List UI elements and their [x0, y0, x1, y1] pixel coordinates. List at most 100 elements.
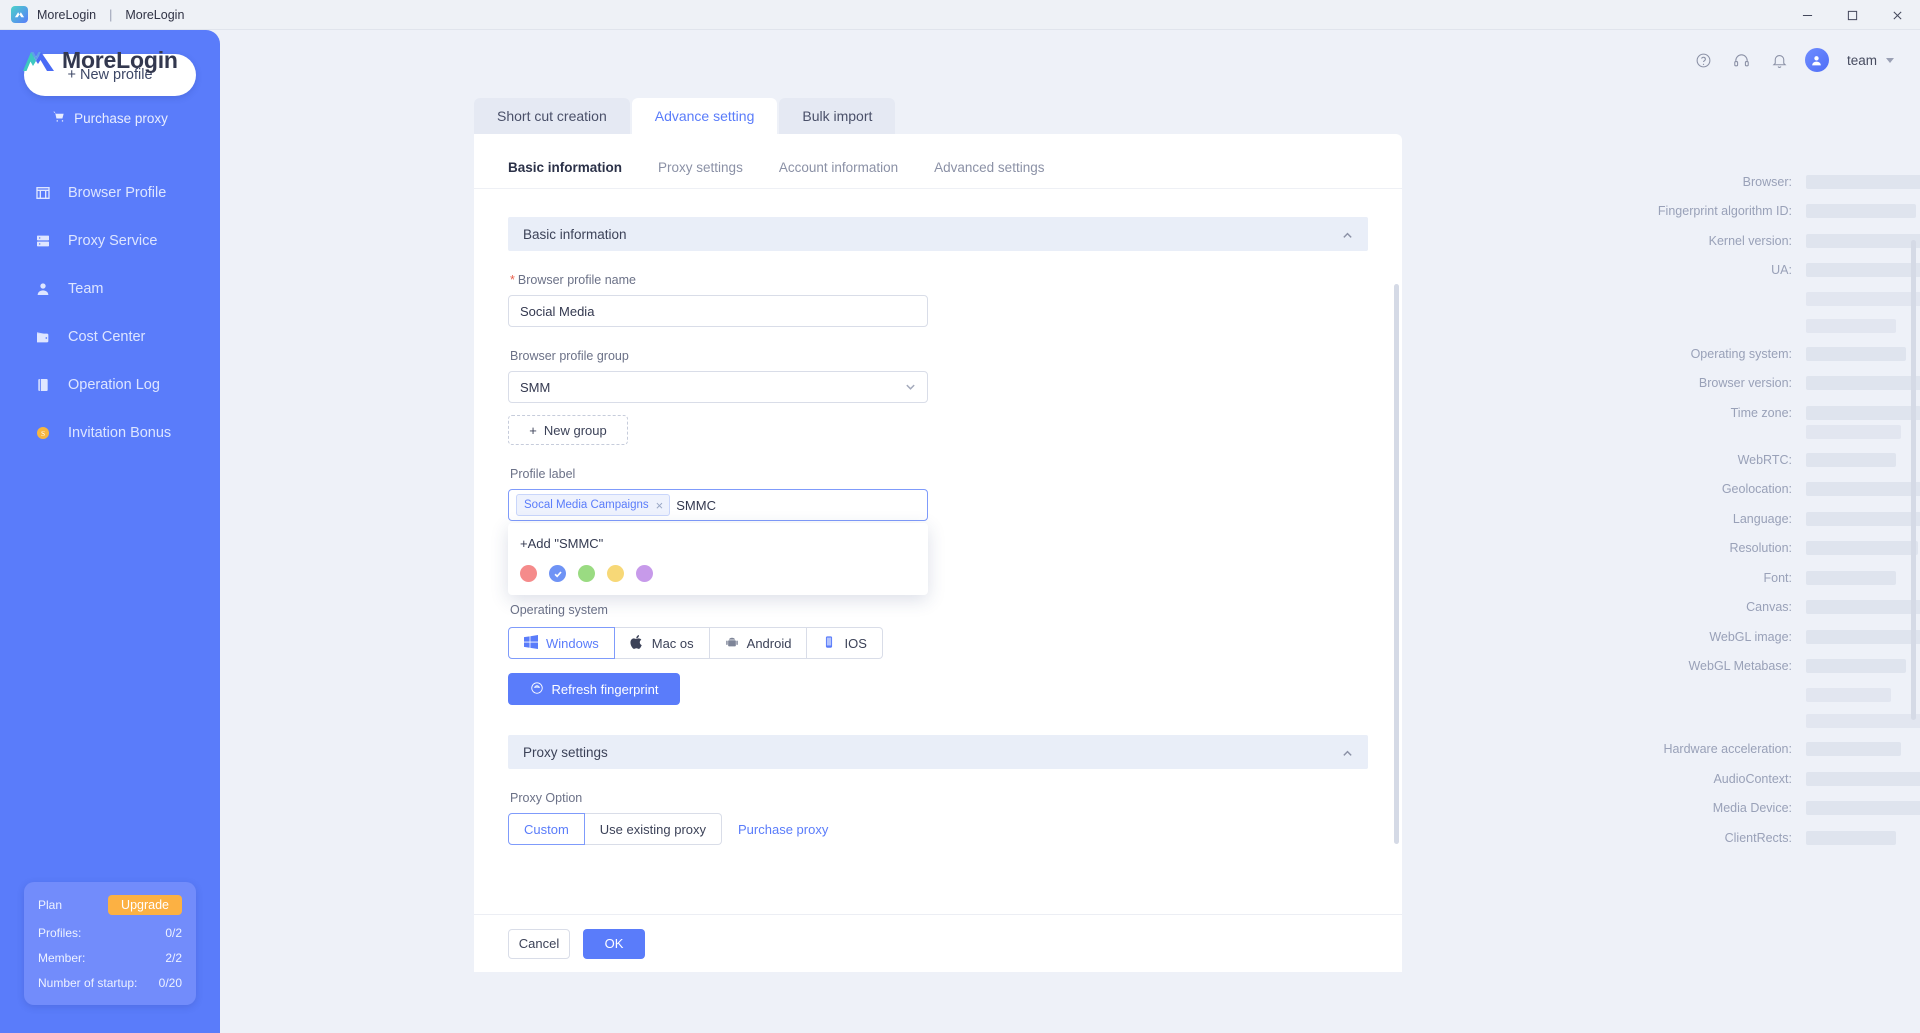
headset-icon[interactable] — [1725, 43, 1759, 77]
fingerprint-key: Geolocation: — [1721, 481, 1792, 496]
fingerprint-value-blurred — [1806, 599, 1920, 614]
user-avatar-icon[interactable] — [1804, 48, 1829, 72]
window-controls — [1785, 0, 1920, 30]
swatch-red[interactable] — [520, 565, 537, 582]
cart-icon — [52, 110, 66, 127]
bell-icon[interactable] — [1763, 43, 1797, 77]
fingerprint-row — [1402, 284, 1920, 313]
swatch-blue-selected[interactable] — [549, 565, 566, 582]
fingerprint-key: ClientRects: — [1724, 830, 1792, 845]
minimize-button[interactable] — [1785, 0, 1830, 30]
coin-icon: S — [34, 424, 52, 442]
topbar: team — [220, 30, 1920, 90]
fingerprint-value-blurred — [1806, 203, 1916, 218]
sub-tab-strip: Basic information Proxy settings Account… — [474, 134, 1402, 188]
label-chip-text: Socal Media Campaigns — [524, 499, 649, 511]
check-icon — [553, 570, 562, 578]
sidebar-item-label: Invitation Bonus — [68, 425, 172, 441]
fingerprint-key: WebGL image: — [1709, 629, 1792, 644]
app-logo-icon — [11, 6, 28, 23]
os-option-label: Windows — [546, 635, 599, 651]
profile-group-select[interactable]: SMM — [508, 371, 928, 403]
fingerprint-row — [1402, 706, 1920, 735]
fingerprint-value-blurred — [1806, 687, 1891, 702]
fingerprint-key: Media Device: — [1712, 800, 1792, 815]
main-area: MoreLogin team Short cut creation Advanc… — [23, 30, 1920, 1033]
profile-name-input[interactable]: Social Media — [508, 295, 928, 327]
plan-row-key: Member: — [38, 951, 86, 965]
dropdown-add-option[interactable]: +Add "SMMC" — [508, 532, 928, 555]
subtab-basic-information[interactable]: Basic information — [508, 160, 622, 188]
section-header-basic-information[interactable]: Basic information — [508, 217, 1368, 251]
sidebar-item-operation-log[interactable]: Operation Log — [0, 361, 220, 409]
subtab-account-information[interactable]: Account information — [779, 160, 898, 188]
chip-close-icon[interactable]: × — [656, 499, 664, 512]
ok-button[interactable]: OK — [583, 928, 645, 959]
tab-short-cut-creation[interactable]: Short cut creation — [474, 98, 630, 134]
fingerprint-row: Browser version: — [1402, 368, 1920, 397]
tab-advance-setting[interactable]: Advance setting — [631, 98, 778, 134]
sidebar-item-team[interactable]: Team — [0, 265, 220, 313]
subtab-advanced-settings[interactable]: Advanced settings — [934, 160, 1044, 188]
swatch-purple[interactable] — [636, 565, 653, 582]
upgrade-button[interactable]: Upgrade — [108, 895, 182, 915]
fingerprint-row: UA: — [1402, 255, 1920, 284]
chevron-down-icon[interactable] — [1886, 57, 1894, 63]
fingerprint-value-blurred — [1806, 713, 1920, 728]
browser-icon — [34, 184, 52, 202]
os-option-android[interactable]: Android — [709, 627, 808, 659]
wallet-icon — [34, 328, 52, 346]
sidebar: + New profile Purchase proxy Browser Pro… — [0, 30, 220, 1033]
fingerprint-value-blurred — [1806, 233, 1920, 248]
required-asterisk: * — [510, 273, 515, 287]
sidebar-purchase-proxy[interactable]: Purchase proxy — [0, 110, 220, 127]
profile-label-input[interactable]: Socal Media Campaigns × SMMC — [508, 489, 928, 521]
fingerprint-scrollbar[interactable] — [1911, 240, 1916, 720]
label-chip[interactable]: Socal Media Campaigns × — [516, 494, 671, 516]
fingerprint-row: WebGL image: — [1402, 622, 1920, 651]
fingerprint-value-blurred — [1806, 830, 1896, 845]
sidebar-item-cost-center[interactable]: Cost Center — [0, 313, 220, 361]
sidebar-item-browser-profile[interactable]: Browser Profile — [0, 169, 220, 217]
fingerprint-row: Resolution: — [1402, 533, 1918, 562]
card-scrollbar[interactable] — [1394, 284, 1399, 844]
tab-bulk-import[interactable]: Bulk import — [779, 98, 896, 134]
help-icon[interactable] — [1687, 43, 1721, 77]
os-option-ios[interactable]: IOS — [807, 627, 883, 659]
fingerprint-value-blurred — [1806, 481, 1920, 496]
maximize-button[interactable] — [1830, 0, 1875, 30]
team-name-label[interactable]: team — [1847, 53, 1877, 68]
fingerprint-row: WebGL Metabase: — [1402, 651, 1906, 680]
close-button[interactable] — [1875, 0, 1920, 30]
swatch-green[interactable] — [578, 565, 595, 582]
proxy-option-custom[interactable]: Custom — [508, 813, 585, 845]
proxy-option-use-existing[interactable]: Use existing proxy — [584, 813, 723, 845]
fingerprint-row: ClientRects: — [1402, 823, 1896, 852]
plan-label: Plan — [38, 898, 63, 912]
os-option-mac-os[interactable]: Mac os — [614, 627, 710, 659]
fingerprint-value-blurred — [1806, 291, 1920, 306]
sidebar-item-invitation-bonus[interactable]: S Invitation Bonus — [0, 409, 220, 457]
refresh-fingerprint-label: Refresh fingerprint — [551, 681, 659, 697]
brand-logo: MoreLogin — [22, 30, 178, 90]
subtab-proxy-settings[interactable]: Proxy settings — [658, 160, 743, 188]
fingerprint-row: Operating system: — [1402, 339, 1906, 368]
swatch-yellow[interactable] — [607, 565, 624, 582]
fingerprint-row: Language: — [1402, 504, 1920, 533]
refresh-fingerprint-button[interactable]: Refresh fingerprint — [508, 673, 680, 705]
new-group-button[interactable]: + New group — [508, 415, 628, 445]
proxy-option-label: Proxy Option — [510, 791, 583, 805]
os-option-label: IOS — [844, 635, 867, 651]
section-header-proxy-settings[interactable]: Proxy settings — [508, 735, 1368, 769]
os-option-windows[interactable]: Windows — [508, 627, 615, 659]
plan-row-member: Member: 2/2 — [38, 951, 182, 965]
chevron-up-icon — [1342, 747, 1353, 758]
cancel-button[interactable]: Cancel — [508, 928, 570, 959]
fingerprint-value-blurred — [1806, 629, 1920, 644]
plan-row-value: 0/20 — [158, 976, 182, 990]
sidebar-item-proxy-service[interactable]: Proxy Service — [0, 217, 220, 265]
apple-icon — [630, 634, 644, 652]
section-title: Proxy settings — [523, 744, 608, 760]
fingerprint-key: Font: — [1763, 570, 1793, 585]
purchase-proxy-link[interactable]: Purchase proxy — [738, 813, 828, 845]
